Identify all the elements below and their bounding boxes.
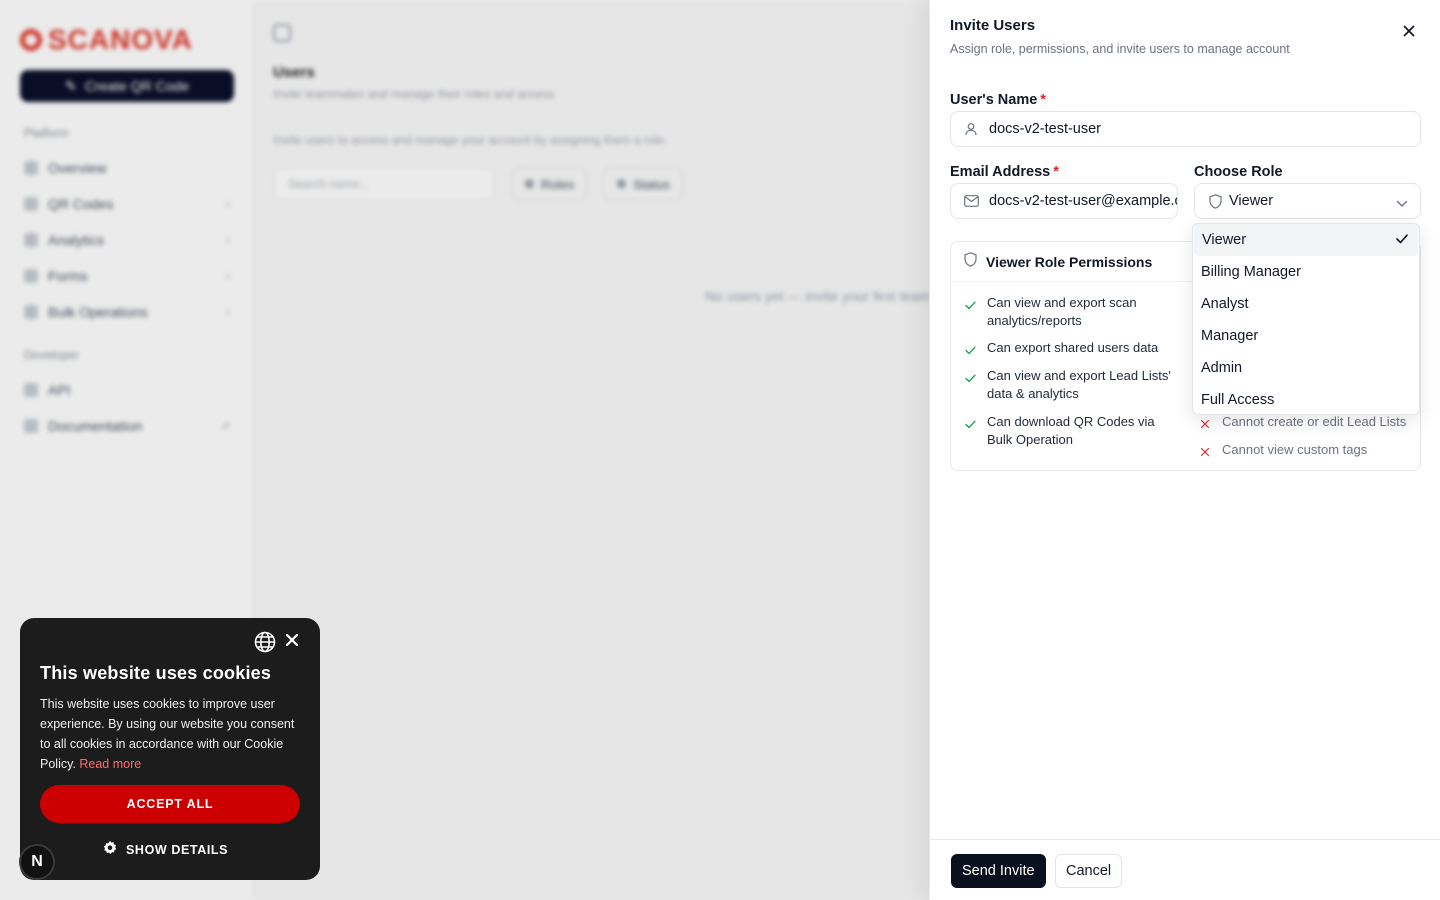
role-option-admin[interactable]: Admin	[1193, 352, 1419, 384]
x-icon	[1200, 413, 1212, 434]
chevron-down-icon	[1396, 195, 1408, 213]
x-icon	[1200, 441, 1212, 462]
required-mark: *	[1040, 92, 1046, 108]
cookie-body: This website uses cookies to improve use…	[40, 694, 305, 774]
permission-allowed: Can view and export scan analytics/repor…	[965, 294, 1170, 329]
drawer-subtitle: Assign role, permissions, and invite use…	[950, 42, 1290, 56]
user-icon	[963, 121, 979, 137]
role-label: Choose Role	[1194, 164, 1283, 180]
permission-allowed: Can view and export Lead Lists' data & a…	[965, 367, 1180, 402]
permission-allowed: Can export shared users data	[965, 339, 1180, 360]
role-option-manager[interactable]: Manager	[1193, 320, 1419, 352]
permission-denied: Cannot view custom tags	[1200, 441, 1420, 462]
email-label: Email Address *	[950, 164, 1059, 180]
show-details-label: SHOW DETAILS	[126, 842, 229, 857]
email-value: docs-v2-test-user@example.com	[989, 193, 1177, 209]
shield-icon	[964, 251, 977, 272]
email-field[interactable]: docs-v2-test-user@example.com	[950, 183, 1178, 219]
required-mark: *	[1053, 164, 1059, 180]
cookie-banner: This website uses cookies This website u…	[20, 618, 320, 880]
role-option-full-access[interactable]: Full Access	[1193, 384, 1419, 414]
role-option-label: Admin	[1201, 360, 1243, 376]
name-field[interactable]: docs-v2-test-user	[950, 111, 1421, 147]
name-label: User's Name *	[950, 92, 1046, 108]
role-option-billing-manager[interactable]: Billing Manager	[1193, 256, 1419, 288]
permission-text: Can export shared users data	[987, 340, 1159, 355]
read-more-link[interactable]: Read more	[79, 757, 141, 771]
name-label-text: User's Name	[950, 92, 1038, 108]
shield-icon	[1207, 193, 1223, 209]
role-option-label: Analyst	[1201, 296, 1249, 312]
send-invite-button[interactable]: Send Invite	[951, 854, 1046, 888]
role-option-label: Billing Manager	[1201, 264, 1301, 280]
check-icon	[965, 339, 977, 360]
check-icon	[965, 294, 977, 329]
check-icon	[965, 413, 977, 448]
name-value: docs-v2-test-user	[989, 121, 1102, 137]
close-icon[interactable]	[1400, 22, 1418, 40]
permission-denied: Cannot create or edit Lead Lists	[1200, 413, 1420, 434]
permission-text: Cannot view custom tags	[1222, 442, 1368, 457]
next-dev-badge[interactable]: N	[19, 844, 55, 880]
cookie-title: This website uses cookies	[40, 663, 272, 683]
permission-text: Cannot create or edit Lead Lists	[1222, 414, 1407, 429]
permission-text: Can view and export scan analytics/repor…	[987, 295, 1137, 328]
invite-users-drawer: Invite Users Assign role, permissions, a…	[929, 0, 1440, 900]
close-icon[interactable]	[285, 633, 299, 652]
drawer-footer: Send Invite Cancel	[930, 839, 1440, 900]
role-select[interactable]: Viewer	[1194, 183, 1421, 219]
role-value: Viewer	[1229, 193, 1274, 209]
check-icon	[965, 367, 977, 402]
accept-all-button[interactable]: ACCEPT ALL	[40, 785, 300, 823]
show-details-button[interactable]: SHOW DETAILS	[102, 840, 228, 859]
drawer-title: Invite Users	[950, 17, 1036, 34]
permission-allowed: Can download QR Codes via Bulk Operation	[965, 413, 1170, 448]
cancel-button[interactable]: Cancel	[1055, 854, 1123, 888]
check-icon	[1396, 232, 1408, 248]
role-option-label: Manager	[1201, 328, 1259, 344]
role-option-viewer[interactable]: Viewer	[1194, 224, 1418, 256]
role-option-label: Full Access	[1201, 392, 1275, 408]
permission-text: Can view and export Lead Lists' data & a…	[987, 368, 1171, 401]
permissions-title: Viewer Role Permissions	[986, 253, 1153, 270]
globe-icon[interactable]	[254, 631, 276, 658]
role-option-label: Viewer	[1202, 232, 1247, 248]
role-option-analyst[interactable]: Analyst	[1193, 288, 1419, 320]
permission-text: Can download QR Codes via Bulk Operation	[987, 414, 1155, 447]
role-dropdown-menu: Viewer Billing Manager Analyst Manager A…	[1192, 223, 1420, 415]
email-label-text: Email Address	[950, 164, 1051, 180]
gear-icon	[102, 840, 118, 859]
mail-icon	[963, 193, 979, 209]
